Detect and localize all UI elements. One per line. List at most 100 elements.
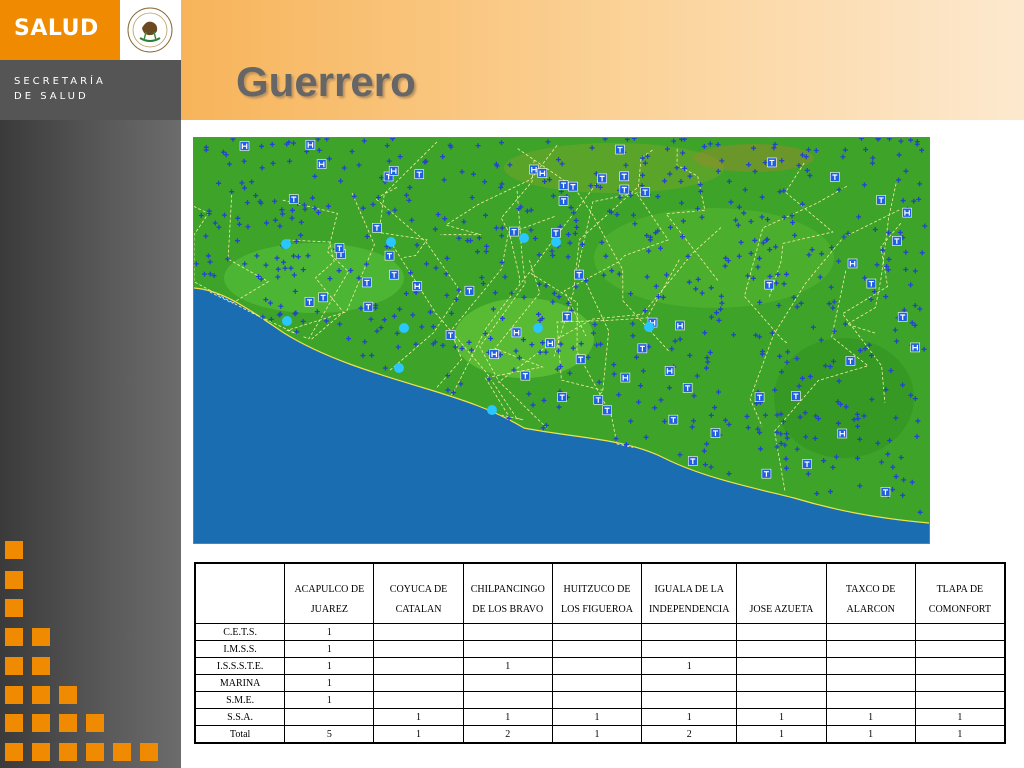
- page-title: Guerrero: [236, 58, 416, 105]
- clinic-marker-icon: [334, 243, 345, 253]
- clinic-marker-icon: [615, 144, 625, 155]
- table-cell: 1: [736, 725, 827, 744]
- table-header-cell: IGUALA DE LA INDEPENDENCIA: [641, 562, 738, 624]
- secretaria-block: SECRETARÍA DE SALUD: [0, 60, 181, 120]
- clinic-marker-icon: [558, 196, 569, 206]
- clinic-marker-icon: [710, 428, 721, 438]
- hospital-marker-icon: [675, 320, 685, 331]
- salud-logo-box: SALUD: [0, 0, 120, 60]
- table-row-label: I.M.S.S.: [194, 640, 286, 658]
- decor-square: [113, 743, 131, 761]
- clinic-marker-icon: [362, 277, 372, 288]
- table-row: S.S.A. 1 1 1 1 1 1 1: [194, 708, 1006, 726]
- clinic-marker-icon: [551, 228, 561, 238]
- clinic-marker-icon: [754, 392, 765, 402]
- table-header-cell: COYUCA DE CATALAN: [373, 562, 464, 624]
- hospital-marker-icon: [847, 258, 858, 269]
- table-header-cell: TLAPA DE COMONFORT: [914, 562, 1006, 624]
- decor-square: [5, 743, 23, 761]
- clinic-marker-icon: [876, 195, 886, 205]
- hospital-marker-icon: [902, 207, 912, 218]
- table-cell: 1: [373, 725, 464, 744]
- clinic-marker-icon: [372, 222, 382, 233]
- guerrero-health-facilities-map[interactable]: [193, 137, 930, 544]
- table-row: I.S.S.S.T.E. 1 1 1: [194, 657, 1006, 675]
- table-header-cell: JOSE AZUETA: [736, 562, 827, 624]
- decor-square: [5, 541, 23, 559]
- hospital-marker-icon: [412, 281, 423, 291]
- clinic-marker-icon: [880, 487, 891, 497]
- clinic-marker-icon: [509, 226, 519, 237]
- table-cell: [373, 640, 464, 658]
- city-marker-icon: [487, 405, 497, 415]
- decor-square: [32, 628, 50, 646]
- table-cell: [373, 674, 464, 692]
- city-marker-icon: [282, 316, 292, 326]
- table-header-cell: ACAPULCO DE JUAREZ: [284, 562, 375, 624]
- clinic-marker-icon: [897, 312, 908, 322]
- decor-square: [140, 743, 158, 761]
- decor-square: [59, 714, 77, 732]
- table-cell: 1: [284, 657, 375, 675]
- decor-square: [5, 628, 23, 646]
- table-header-cell: [194, 562, 286, 624]
- table-cell: 1: [284, 640, 375, 658]
- table-cell: [914, 640, 1006, 658]
- table-cell: 1: [462, 708, 553, 726]
- table-cell: 1: [736, 708, 827, 726]
- table-cell: [914, 674, 1006, 692]
- city-marker-icon: [519, 233, 529, 243]
- clinic-marker-icon: [767, 157, 777, 168]
- table-cell: 1: [825, 725, 916, 744]
- decor-square: [86, 714, 104, 732]
- table-cell: 2: [641, 725, 738, 744]
- clinic-marker-icon: [464, 285, 475, 296]
- table-cell: [736, 691, 827, 709]
- city-marker-icon: [394, 363, 404, 373]
- salud-logo-text: SALUD: [14, 16, 99, 41]
- table-cell: [825, 623, 916, 641]
- clinic-marker-icon: [568, 181, 578, 192]
- table-row-label: C.E.T.S.: [194, 623, 286, 641]
- clinic-marker-icon: [866, 278, 877, 289]
- table-row-label: Total: [194, 725, 286, 744]
- table-cell: [914, 691, 1006, 709]
- hospital-marker-icon: [910, 342, 920, 353]
- clinic-marker-icon: [830, 172, 840, 182]
- table-cell: [736, 640, 827, 658]
- table-row-label: S.M.E.: [194, 691, 286, 709]
- city-marker-icon: [551, 237, 561, 247]
- decor-square: [5, 571, 23, 589]
- table-row: S.M.E. 1: [194, 691, 1006, 709]
- clinic-marker-icon: [389, 269, 399, 280]
- table-cell: 1: [641, 708, 738, 726]
- table-cell: [641, 623, 738, 641]
- mexico-seal-icon: [127, 7, 173, 53]
- hospital-marker-icon: [305, 139, 316, 150]
- decor-square: [59, 743, 77, 761]
- table-cell: 1: [373, 708, 464, 726]
- table-cell: 1: [914, 725, 1006, 744]
- table-cell: [914, 657, 1006, 675]
- table-cell: [373, 623, 464, 641]
- table-cell: [641, 640, 738, 658]
- clinic-marker-icon: [687, 456, 698, 466]
- decor-square: [5, 657, 23, 675]
- clinic-marker-icon: [597, 173, 607, 184]
- table-row-label: MARINA: [194, 674, 286, 692]
- table-header-cell: TAXCO DE ALARCON: [825, 562, 916, 624]
- decor-square: [5, 599, 23, 617]
- city-marker-icon: [644, 322, 654, 332]
- table-cell: 1: [462, 657, 553, 675]
- clinic-marker-icon: [845, 356, 856, 366]
- hospital-marker-icon: [545, 338, 555, 349]
- city-marker-icon: [399, 323, 409, 333]
- table-cell: 1: [825, 708, 916, 726]
- clinic-marker-icon: [414, 169, 425, 179]
- table-row: Total 5 1 2 1 2 1 1 1: [194, 725, 1006, 744]
- decor-square: [32, 686, 50, 704]
- clinic-marker-icon: [640, 187, 650, 197]
- hospital-marker-icon: [837, 428, 848, 439]
- clinic-marker-icon: [363, 301, 374, 312]
- table-cell: [462, 691, 553, 709]
